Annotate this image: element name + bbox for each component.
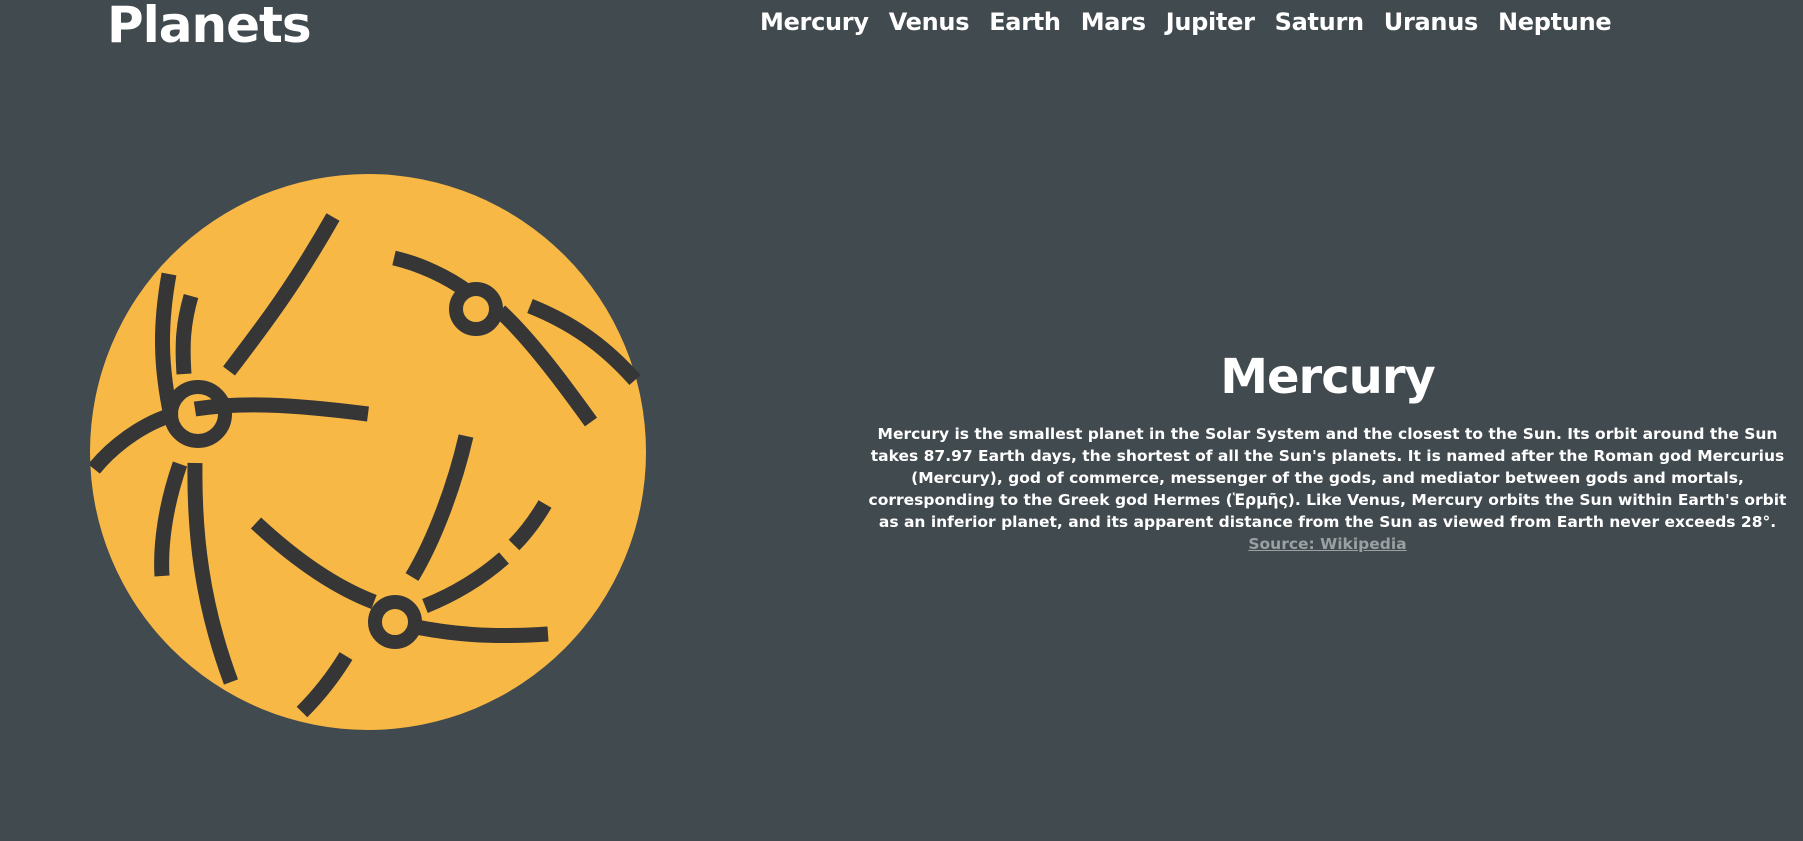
nav-link-jupiter[interactable]: Jupiter	[1166, 8, 1255, 36]
nav-link-neptune[interactable]: Neptune	[1498, 8, 1612, 36]
planet-nav: Mercury Venus Earth Mars Jupiter Saturn …	[760, 8, 1612, 36]
planet-orbits-icon	[90, 174, 646, 730]
planet-illustration	[90, 174, 646, 730]
nav-link-uranus[interactable]: Uranus	[1384, 8, 1478, 36]
nav-link-mercury[interactable]: Mercury	[760, 8, 869, 36]
page: Planets Mercury Venus Earth Mars Jupiter…	[0, 0, 1803, 841]
nav-link-venus[interactable]: Venus	[889, 8, 970, 36]
planet-disc	[90, 174, 646, 730]
planet-info: Mercury Mercury is the smallest planet i…	[860, 345, 1795, 555]
nav-link-mars[interactable]: Mars	[1081, 8, 1146, 36]
planet-description: Mercury is the smallest planet in the So…	[868, 425, 1787, 531]
source-link[interactable]: Source: Wikipedia	[1248, 533, 1406, 555]
nav-link-saturn[interactable]: Saturn	[1275, 8, 1364, 36]
site-logo[interactable]: Planets	[107, 0, 312, 50]
planet-title: Mercury	[1220, 349, 1436, 405]
nav-link-earth[interactable]: Earth	[989, 8, 1061, 36]
